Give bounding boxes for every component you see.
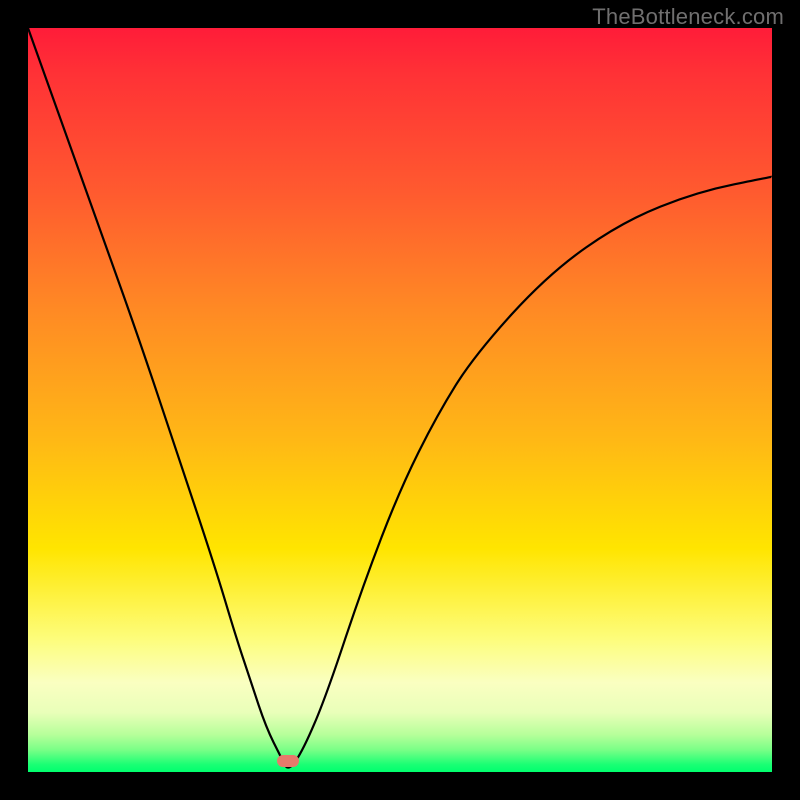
optimal-point-marker (277, 755, 299, 767)
bottleneck-curve (28, 28, 772, 772)
plot-area (28, 28, 772, 772)
watermark-text: TheBottleneck.com (592, 4, 784, 30)
chart-frame: TheBottleneck.com (0, 0, 800, 800)
